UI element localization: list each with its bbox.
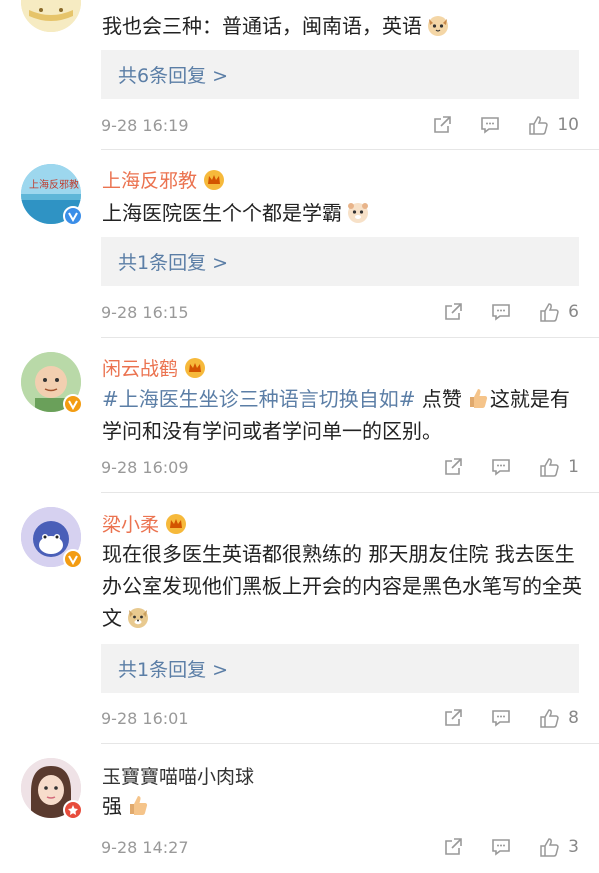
view-replies-button[interactable]: 共6条回复 > bbox=[101, 50, 579, 99]
avatar[interactable]: 上海反邪教 bbox=[21, 164, 83, 226]
thumbs-up-icon bbox=[466, 386, 490, 410]
comment-meta: 9-28 16:01 8 bbox=[101, 705, 579, 731]
cat-face-icon bbox=[426, 13, 450, 37]
vip-crown-icon bbox=[166, 513, 187, 534]
avatar[interactable] bbox=[21, 352, 83, 414]
share-icon[interactable] bbox=[442, 836, 464, 858]
hamster-face-icon bbox=[346, 200, 370, 224]
like-button[interactable]: 8 bbox=[538, 707, 579, 729]
like-button[interactable]: 10 bbox=[527, 114, 579, 136]
verified-badge-icon bbox=[63, 394, 83, 414]
divider bbox=[101, 492, 599, 493]
comment-text: 现在很多医生英语都很熟练的 那天朋友住院 我去医生办公室发现他们黑板上开会的内容… bbox=[102, 542, 582, 630]
like-count: 8 bbox=[568, 708, 579, 728]
share-icon[interactable] bbox=[442, 301, 464, 323]
comment-text: #上海医生坐诊三种语言切换自如# 点赞 这就是有学问和没有学问或者学问单一的区别。 bbox=[102, 386, 570, 443]
comment-time: 9-28 16:01 bbox=[101, 708, 189, 728]
thumbs-up-icon bbox=[540, 303, 559, 322]
like-button[interactable]: 6 bbox=[538, 301, 579, 323]
doge-face-icon bbox=[126, 605, 150, 629]
share-icon[interactable] bbox=[442, 456, 464, 478]
member-badge-icon bbox=[63, 800, 83, 820]
comment-icon[interactable] bbox=[490, 836, 512, 858]
comment-icon[interactable] bbox=[490, 456, 512, 478]
share-icon[interactable] bbox=[442, 707, 464, 729]
username[interactable]: 梁小柔 bbox=[102, 510, 187, 537]
comment-text: 上海医院医生个个都是学霸 bbox=[102, 197, 582, 229]
comment-time: 9-28 16:19 bbox=[101, 115, 189, 135]
view-replies-button[interactable]: 共1条回复 > bbox=[101, 237, 579, 286]
comment-time: 9-28 16:15 bbox=[101, 302, 189, 322]
like-count: 10 bbox=[557, 115, 579, 135]
like-count: 6 bbox=[568, 302, 579, 322]
comment-meta: 9-28 16:09 1 bbox=[101, 454, 579, 480]
avatar[interactable] bbox=[21, 758, 83, 820]
thumbs-up-icon bbox=[126, 793, 150, 817]
username[interactable]: 玉寶寶喵喵小肉球 bbox=[102, 762, 254, 789]
like-button[interactable]: 3 bbox=[538, 836, 579, 858]
hashtag-link[interactable]: #上海医生坐诊三种语言切换自如# bbox=[102, 387, 416, 411]
thumbs-up-icon bbox=[529, 116, 549, 135]
comment-time: 9-28 16:09 bbox=[101, 457, 189, 477]
comment-meta: 9-28 16:15 6 bbox=[101, 299, 579, 325]
comment-time: 9-28 14:27 bbox=[101, 837, 189, 857]
comment-icon[interactable] bbox=[490, 301, 512, 323]
username[interactable]: 上海反邪教 bbox=[102, 166, 225, 193]
comment-text: 我也会三种：普通话，闽南语，英语 bbox=[102, 10, 582, 42]
verified-badge-icon bbox=[63, 206, 83, 226]
thumbs-up-icon bbox=[540, 458, 559, 477]
comment-icon[interactable] bbox=[490, 707, 512, 729]
thumbs-up-icon bbox=[540, 838, 559, 857]
divider bbox=[101, 743, 599, 744]
share-icon[interactable] bbox=[431, 114, 453, 136]
username[interactable]: 闲云战鹤 bbox=[102, 354, 206, 381]
divider bbox=[101, 337, 599, 338]
verified-badge-icon bbox=[63, 549, 83, 569]
comment-meta: 9-28 16:19 10 bbox=[101, 112, 579, 138]
comment-text: 强 bbox=[102, 790, 582, 822]
thumbs-up-icon bbox=[540, 709, 559, 728]
avatar[interactable] bbox=[21, 0, 81, 32]
like-count: 1 bbox=[568, 457, 579, 477]
like-button[interactable]: 1 bbox=[538, 456, 579, 478]
avatar[interactable] bbox=[21, 507, 83, 569]
svg-text:上海反邪教: 上海反邪教 bbox=[29, 178, 79, 191]
divider bbox=[101, 149, 599, 150]
comment-meta: 9-28 14:27 3 bbox=[101, 834, 579, 860]
view-replies-button[interactable]: 共1条回复 > bbox=[101, 644, 579, 693]
vip-crown-icon bbox=[204, 169, 225, 190]
comment-icon[interactable] bbox=[479, 114, 501, 136]
vip-crown-icon bbox=[185, 357, 206, 378]
like-count: 3 bbox=[568, 837, 579, 857]
